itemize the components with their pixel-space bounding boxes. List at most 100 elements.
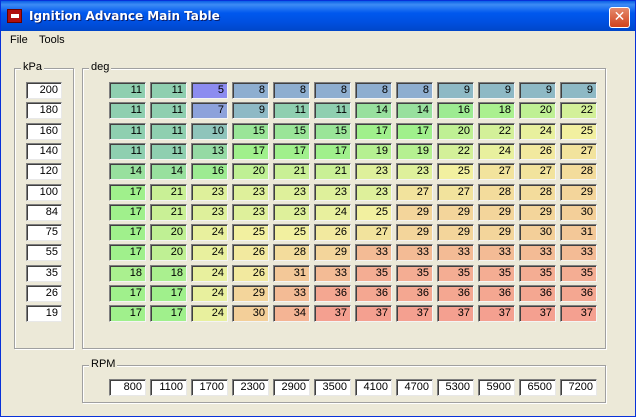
table-cell[interactable]: 33: [519, 244, 556, 262]
rpm-value-field[interactable]: 5900: [478, 379, 515, 396]
table-cell[interactable]: 8: [314, 82, 351, 99]
table-cell[interactable]: 17: [150, 285, 187, 302]
table-cell[interactable]: 20: [150, 224, 187, 242]
table-cell[interactable]: 14: [109, 163, 146, 181]
table-cell[interactable]: 14: [396, 102, 433, 120]
table-cell[interactable]: 25: [273, 224, 310, 242]
table-cell[interactable]: 17: [109, 183, 146, 201]
table-cell[interactable]: 8: [273, 82, 310, 99]
table-cell[interactable]: 36: [396, 285, 433, 302]
rpm-value-field[interactable]: 4700: [396, 379, 433, 396]
table-cell[interactable]: 9: [478, 82, 515, 99]
table-cell[interactable]: 26: [232, 244, 269, 262]
table-cell[interactable]: 17: [109, 305, 146, 323]
table-cell[interactable]: 22: [478, 122, 515, 140]
table-cell[interactable]: 20: [232, 163, 269, 181]
table-cell[interactable]: 23: [191, 183, 228, 201]
table-cell[interactable]: 37: [560, 305, 597, 323]
rpm-value-field[interactable]: 3500: [314, 379, 351, 396]
table-cell[interactable]: 26: [232, 264, 269, 282]
table-cell[interactable]: 9: [232, 102, 269, 120]
table-cell[interactable]: 29: [232, 285, 269, 302]
table-cell[interactable]: 25: [560, 122, 597, 140]
table-cell[interactable]: 27: [437, 183, 474, 201]
table-cell[interactable]: 35: [560, 264, 597, 282]
table-cell[interactable]: 17: [314, 142, 351, 160]
table-cell[interactable]: 29: [478, 224, 515, 242]
table-cell[interactable]: 17: [273, 142, 310, 160]
rpm-value-field[interactable]: 4100: [355, 379, 392, 396]
rpm-value-field[interactable]: 5300: [437, 379, 474, 396]
table-cell[interactable]: 28: [560, 163, 597, 181]
table-cell[interactable]: 33: [437, 244, 474, 262]
table-cell[interactable]: 9: [519, 82, 556, 99]
rpm-value-field[interactable]: 6500: [519, 379, 556, 396]
table-cell[interactable]: 18: [478, 102, 515, 120]
title-bar[interactable]: Ignition Advance Main Table ✕: [1, 1, 635, 31]
table-cell[interactable]: 36: [478, 285, 515, 302]
table-cell[interactable]: 23: [273, 183, 310, 201]
table-cell[interactable]: 29: [519, 203, 556, 221]
table-cell[interactable]: 7: [191, 102, 228, 120]
table-cell[interactable]: 24: [191, 305, 228, 323]
table-cell[interactable]: 21: [314, 163, 351, 181]
table-cell[interactable]: 29: [396, 224, 433, 242]
table-cell[interactable]: 8: [396, 82, 433, 99]
table-cell[interactable]: 23: [355, 183, 392, 201]
table-cell[interactable]: 29: [314, 244, 351, 262]
table-cell[interactable]: 27: [396, 183, 433, 201]
table-cell[interactable]: 33: [478, 244, 515, 262]
table-cell[interactable]: 28: [273, 244, 310, 262]
table-cell[interactable]: 11: [150, 82, 187, 99]
table-cell[interactable]: 23: [396, 163, 433, 181]
table-cell[interactable]: 16: [191, 163, 228, 181]
table-cell[interactable]: 23: [232, 203, 269, 221]
table-cell[interactable]: 36: [519, 285, 556, 302]
table-cell[interactable]: 28: [519, 183, 556, 201]
table-cell[interactable]: 28: [478, 183, 515, 201]
table-cell[interactable]: 30: [560, 203, 597, 221]
table-cell[interactable]: 26: [519, 142, 556, 160]
table-cell[interactable]: 21: [150, 183, 187, 201]
kpa-value-field[interactable]: 100: [26, 183, 62, 201]
table-cell[interactable]: 22: [437, 142, 474, 160]
table-cell[interactable]: 35: [355, 264, 392, 282]
kpa-value-field[interactable]: 84: [26, 203, 62, 221]
table-cell[interactable]: 13: [191, 142, 228, 160]
table-cell[interactable]: 20: [519, 102, 556, 120]
table-cell[interactable]: 9: [437, 82, 474, 99]
rpm-value-field[interactable]: 7200: [560, 379, 597, 396]
kpa-value-field[interactable]: 19: [26, 305, 62, 323]
table-cell[interactable]: 36: [437, 285, 474, 302]
table-cell[interactable]: 37: [437, 305, 474, 323]
table-cell[interactable]: 35: [396, 264, 433, 282]
table-cell[interactable]: 14: [355, 102, 392, 120]
table-cell[interactable]: 22: [560, 102, 597, 120]
table-cell[interactable]: 17: [355, 122, 392, 140]
table-cell[interactable]: 37: [355, 305, 392, 323]
table-cell[interactable]: 27: [478, 163, 515, 181]
table-cell[interactable]: 11: [273, 102, 310, 120]
table-cell[interactable]: 10: [191, 122, 228, 140]
table-cell[interactable]: 33: [560, 244, 597, 262]
table-cell[interactable]: 24: [191, 264, 228, 282]
table-cell[interactable]: 35: [437, 264, 474, 282]
kpa-value-field[interactable]: 75: [26, 224, 62, 242]
table-cell[interactable]: 17: [109, 244, 146, 262]
table-cell[interactable]: 15: [273, 122, 310, 140]
table-cell[interactable]: 24: [191, 285, 228, 302]
table-cell[interactable]: 30: [232, 305, 269, 323]
table-cell[interactable]: 36: [314, 285, 351, 302]
table-cell[interactable]: 24: [519, 122, 556, 140]
table-cell[interactable]: 37: [314, 305, 351, 323]
table-cell[interactable]: 14: [150, 163, 187, 181]
table-cell[interactable]: 23: [191, 203, 228, 221]
rpm-value-field[interactable]: 2900: [273, 379, 310, 396]
table-cell[interactable]: 17: [396, 122, 433, 140]
table-cell[interactable]: 17: [109, 285, 146, 302]
table-cell[interactable]: 31: [560, 224, 597, 242]
table-cell[interactable]: 8: [232, 82, 269, 99]
kpa-value-field[interactable]: 120: [26, 163, 62, 181]
table-cell[interactable]: 20: [150, 244, 187, 262]
table-cell[interactable]: 24: [478, 142, 515, 160]
